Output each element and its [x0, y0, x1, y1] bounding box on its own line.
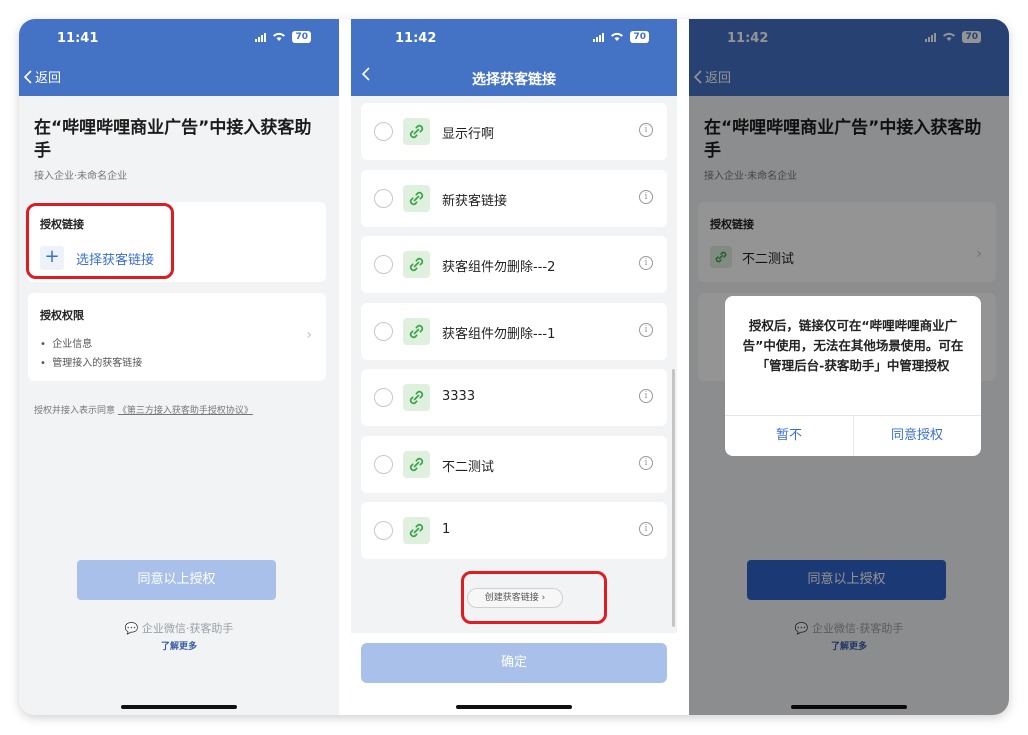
- info-icon[interactable]: i: [639, 123, 653, 137]
- status-time: 11:42: [395, 31, 437, 46]
- agreement-link[interactable]: 《第三方接入获客助手授权协议》: [118, 406, 253, 416]
- dialog-message: 授权后，链接仅可在“哔哩哔哩商业广告”中使用，无法在其他场景使用。可在「管理后台…: [742, 318, 964, 373]
- link-list-item[interactable]: 获客组件勿删除---1 i: [361, 302, 667, 360]
- agree-auth-button[interactable]: 同意以上授权: [77, 560, 276, 600]
- signal-icon: [593, 32, 605, 42]
- page-subtitle: 接入企业·未命名企业: [34, 171, 128, 182]
- radio-button[interactable]: [374, 521, 393, 540]
- page-title: 在“哔哩哔哩商业广告”中接入获客助手: [34, 118, 312, 161]
- learn-more-link[interactable]: 了解更多: [19, 639, 339, 652]
- brand-footer: 💬 企业微信·获客助手: [124, 622, 234, 635]
- wifi-icon: [611, 32, 624, 41]
- link-name: 获客组件勿删除---1: [442, 326, 556, 342]
- back-label: 返回: [35, 71, 62, 86]
- app-header: 11:41 70 返回: [19, 19, 339, 96]
- link-icon: [403, 184, 430, 212]
- highlight-annotation: [461, 571, 607, 624]
- signal-icon: [255, 32, 267, 42]
- radio-button[interactable]: [374, 321, 393, 341]
- home-indicator: [121, 705, 237, 709]
- radio-button[interactable]: [374, 188, 393, 208]
- back-button[interactable]: 返回: [23, 67, 61, 86]
- link-name: 新获客链接: [442, 193, 508, 209]
- permission-item: • 企业信息: [40, 339, 93, 350]
- back-chevron-icon: [23, 69, 32, 84]
- link-name: 获客组件勿删除---2: [442, 260, 556, 275]
- screenshot-frame: 11:41 70 返回 在“哔哩哔哩商业广告”中接入获客助手 接入企业·未命名企…: [19, 19, 1009, 715]
- info-icon[interactable]: i: [639, 256, 653, 270]
- scrollbar[interactable]: [672, 369, 675, 627]
- battery-icon: 70: [630, 31, 649, 43]
- chat-bubble-icon: 💬: [124, 622, 139, 635]
- link-icon: [403, 251, 430, 278]
- bottom-action-bar: 确定: [351, 633, 677, 715]
- screen-authorize-initial: 11:41 70 返回 在“哔哩哔哩商业广告”中接入获客助手 接入企业·未命名企…: [19, 19, 339, 715]
- info-icon[interactable]: i: [639, 455, 653, 470]
- auth-dialog: 授权后，链接仅可在“哔哩哔哩商业广告”中使用，无法在其他场景使用。可在「管理后台…: [725, 296, 981, 456]
- battery-icon: 70: [292, 31, 311, 43]
- info-icon[interactable]: i: [639, 322, 653, 337]
- radio-button[interactable]: [374, 388, 393, 407]
- info-icon[interactable]: i: [639, 189, 653, 204]
- wifi-icon: [273, 32, 286, 41]
- link-list-item[interactable]: 新获客链接 i: [361, 169, 667, 227]
- home-indicator: [456, 705, 572, 709]
- link-icon: [403, 384, 430, 411]
- status-bar-icons: 70: [255, 31, 311, 43]
- permission-title: 授权权限: [40, 309, 84, 322]
- radio-button[interactable]: [374, 122, 393, 141]
- link-icon: [403, 317, 430, 345]
- radio-button[interactable]: [374, 454, 393, 474]
- dialog-confirm-button[interactable]: 同意授权: [853, 415, 981, 456]
- status-bar-icons: 70: [593, 31, 649, 43]
- link-name: 1: [442, 522, 451, 537]
- highlight-annotation: [26, 203, 174, 279]
- screen-select-link: 11:42 70 选择获客链接 显示行啊 i 新获客链接 i 获客组件勿删除---2 i 获…: [351, 19, 677, 715]
- status-time: 11:41: [57, 31, 99, 46]
- link-icon: [403, 118, 430, 145]
- link-list-item[interactable]: 3333 i: [361, 369, 667, 426]
- chevron-right-icon: ›: [306, 327, 312, 343]
- link-name: 3333: [442, 389, 476, 404]
- permission-item: • 管理接入的获客链接: [40, 358, 143, 369]
- app-header: 11:42 70 选择获客链接: [351, 19, 677, 96]
- confirm-button[interactable]: 确定: [361, 643, 667, 683]
- nav-title: 选择获客链接: [472, 72, 556, 88]
- permission-card[interactable]: 授权权限 • 企业信息 • 管理接入的获客链接 ›: [28, 293, 326, 381]
- link-list-item[interactable]: 不二测试 i: [361, 435, 667, 493]
- link-icon: [403, 450, 430, 478]
- dialog-cancel-button[interactable]: 暂不: [725, 415, 853, 456]
- link-list-item[interactable]: 显示行啊 i: [361, 103, 667, 160]
- screen-authorize-confirm: 11:42 70 返回 在“哔哩哔哩商业广告”中接入获客助手 接入企业·未命名企…: [689, 19, 1009, 715]
- radio-button[interactable]: [374, 255, 393, 274]
- info-icon[interactable]: i: [639, 389, 653, 403]
- link-icon: [403, 517, 430, 544]
- link-list-item[interactable]: 1i: [361, 502, 667, 559]
- info-icon[interactable]: i: [639, 522, 653, 536]
- link-name: 显示行啊: [442, 127, 495, 142]
- link-list-item[interactable]: 获客组件勿删除---2 i: [361, 236, 667, 293]
- link-name: 不二测试: [442, 459, 495, 475]
- agreement-text: 授权并接入表示同意 《第三方接入获客助手授权协议》: [34, 406, 253, 416]
